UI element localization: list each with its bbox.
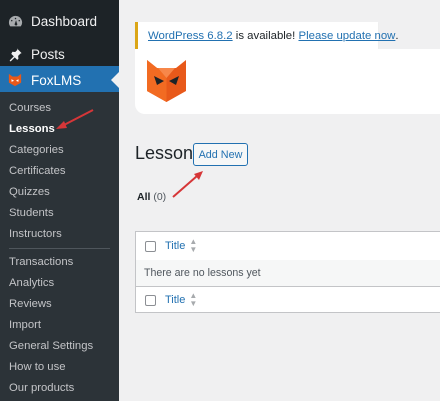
admin-sidebar: Dashboard Posts FoxLMS Courses Lessons C… (0, 0, 119, 401)
sort-icon[interactable]: ▲ ▼ (189, 292, 197, 308)
submenu-item-students[interactable]: Students (9, 207, 54, 219)
empty-message: There are no lessons yet (144, 267, 261, 279)
add-new-button[interactable]: Add New (193, 143, 248, 166)
select-all-checkbox[interactable] (145, 240, 156, 252)
wordpress-version-link[interactable]: WordPress 6.8.2 (148, 30, 233, 42)
title-column-footer[interactable]: Title (165, 294, 185, 306)
view-all-link[interactable]: All (137, 191, 150, 203)
submenu-item-import[interactable]: Import (9, 319, 41, 331)
notice-end: . (395, 29, 399, 42)
submenu-item-categories[interactable]: Categories (9, 144, 64, 156)
foxlms-banner (135, 49, 440, 114)
foxlms-logo-icon (147, 60, 186, 102)
submenu-item-certificates[interactable]: Certificates (9, 165, 66, 177)
submenu-separator (9, 248, 110, 249)
submenu-item-how-to-use[interactable]: How to use (9, 361, 66, 373)
arrow-to-add-new-icon (172, 171, 203, 198)
view-all-count: (0) (153, 191, 167, 203)
table-row: There are no lessons yet (136, 260, 440, 287)
select-all-footer-checkbox[interactable] (145, 294, 156, 306)
page-title: Lesson (135, 143, 194, 163)
submenu-item-reviews[interactable]: Reviews (9, 298, 52, 310)
table-header-row: Title ▲ ▼ (136, 232, 440, 261)
table-footer-row: Title ▲ ▼ (136, 287, 440, 313)
menu-foxlms-label: FoxLMS (31, 72, 82, 88)
update-now-link[interactable]: Please update now (298, 30, 395, 42)
update-notice: WordPress 6.8.2 is available! Please upd… (135, 22, 399, 49)
menu-foxlms[interactable]: FoxLMS (0, 66, 119, 94)
submenu-item-lessons[interactable]: Lessons (9, 123, 55, 135)
lessons-table: Title ▲ ▼ There are no lessons yet Title … (135, 231, 440, 313)
dashboard-icon (7, 13, 23, 29)
title-column-header[interactable]: Title (165, 240, 185, 252)
sort-icon[interactable]: ▲ ▼ (189, 238, 197, 254)
submenu-item-quizzes[interactable]: Quizzes (9, 186, 50, 198)
menu-dashboard[interactable]: Dashboard (0, 7, 119, 35)
submenu-item-instructors[interactable]: Instructors (9, 228, 62, 240)
pin-icon (7, 46, 23, 62)
menu-dashboard-label: Dashboard (31, 13, 98, 29)
foxlms-submenu: Courses Lessons Categories Certificates … (0, 92, 119, 401)
submenu-item-our-products[interactable]: Our products (9, 382, 74, 394)
submenu-item-general-settings[interactable]: General Settings (9, 340, 93, 352)
submenu-item-courses[interactable]: Courses (9, 102, 51, 114)
menu-posts-label: Posts (31, 46, 65, 62)
submenu-item-analytics[interactable]: Analytics (9, 277, 54, 289)
view-filters: All (0) (137, 191, 166, 203)
fox-logo-icon (7, 72, 23, 88)
notice-text: is available! (232, 29, 299, 42)
menu-posts[interactable]: Posts (0, 40, 119, 68)
submenu-item-transactions[interactable]: Transactions (9, 256, 73, 268)
